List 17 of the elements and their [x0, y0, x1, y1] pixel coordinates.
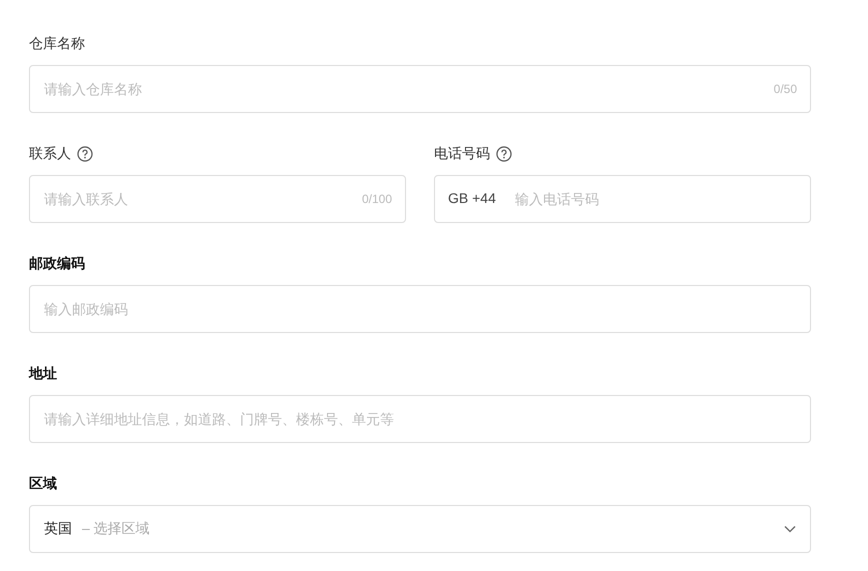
field-label: 联系人: [29, 145, 71, 163]
text-field[interactable]: 输入邮政编码: [29, 285, 811, 333]
character-counter: 0/100: [362, 192, 392, 206]
select-placeholder: – 选择区域: [82, 520, 151, 538]
chevron-down-icon: [784, 525, 796, 533]
country-code[interactable]: GB +44: [448, 190, 496, 206]
text-field[interactable]: 请输入详细地址信息，如道路、门牌号、楼栋号、单元等: [29, 395, 811, 443]
field-label: 仓库名称: [29, 35, 85, 53]
field-label: 邮政编码: [29, 255, 85, 273]
help-icon[interactable]: [77, 146, 93, 162]
country-value: 英国: [44, 520, 72, 538]
help-icon[interactable]: [496, 146, 512, 162]
character-counter: 0/50: [774, 82, 797, 96]
field-label: 区域: [29, 475, 57, 493]
field-label: 电话号码: [434, 145, 490, 163]
field-label: 地址: [29, 365, 57, 383]
region-select[interactable]: 英国 – 选择区域: [29, 505, 811, 553]
